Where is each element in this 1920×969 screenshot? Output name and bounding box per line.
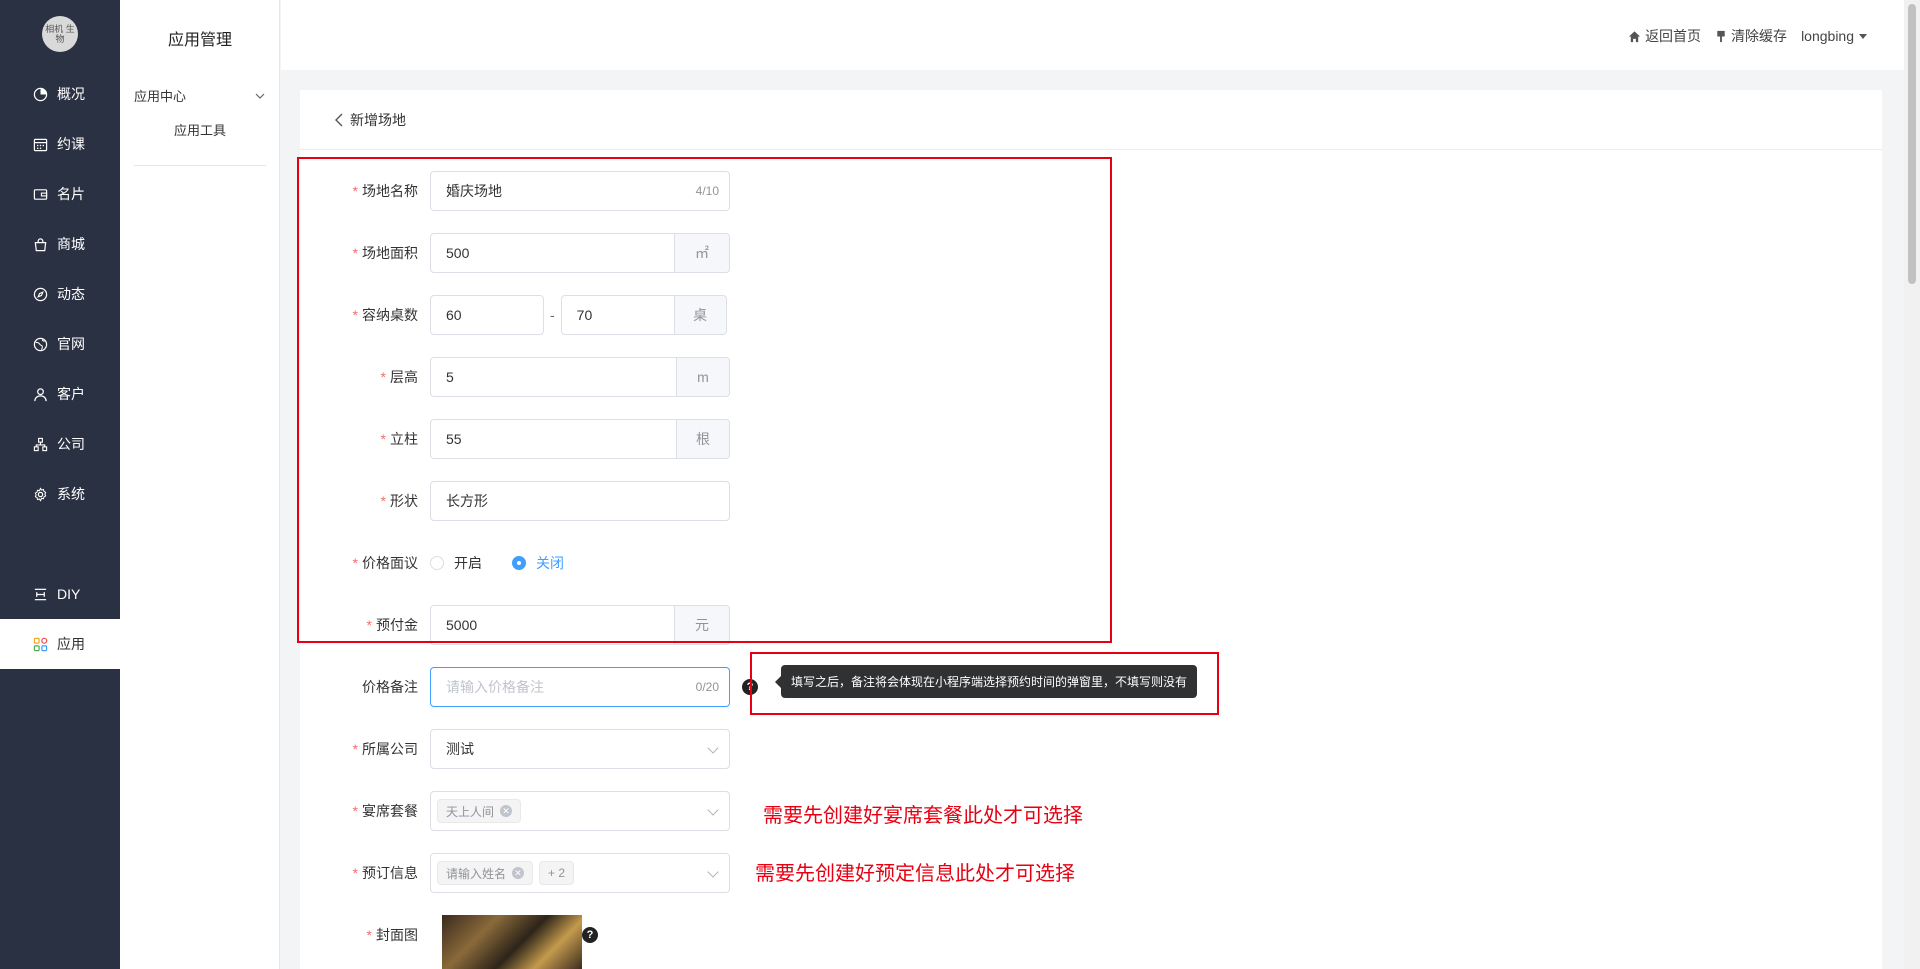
field-label: * 封面图	[366, 927, 418, 943]
top-bar: 返回首页 清除缓存 longbing	[281, 0, 1920, 70]
form-row-booking-info: * 预订信息 请输入姓名 ✕ + 2	[300, 853, 730, 893]
booking-info-select[interactable]: 请输入姓名 ✕ + 2	[430, 853, 730, 893]
gear-icon	[34, 486, 47, 502]
card-icon	[33, 188, 48, 200]
annotation-box-tooltip	[750, 652, 1219, 715]
tag-close-icon[interactable]: ✕	[512, 867, 525, 879]
nav-dynamic[interactable]: 动态	[0, 269, 120, 319]
logo: 相机 生物	[42, 16, 78, 52]
tag-close-icon[interactable]: ✕	[500, 805, 513, 817]
banquet-select[interactable]: 天上人间 ✕	[430, 791, 730, 831]
clear-cache-label: 清除缓存	[1731, 28, 1788, 44]
page-title: 新增场地	[350, 111, 406, 128]
submenu-group-label: 应用中心	[134, 89, 187, 104]
more-tags-badge: + 2	[539, 861, 575, 885]
nav-label: 官网	[57, 336, 85, 352]
sub-menu: 应用管理 应用中心 应用工具	[120, 0, 280, 969]
logo-text: 相机 生物	[45, 24, 75, 44]
select-value: 测试	[446, 741, 474, 757]
form-row-banquet: * 宴席套餐 天上人间 ✕	[300, 791, 730, 831]
nav-label: 应用	[57, 636, 85, 652]
nav-website[interactable]: 官网	[0, 319, 120, 369]
main-sidebar: 相机 生物 概况 约课 名片 商城 动态 官网 客户 公司 系统 DIY 应用	[0, 0, 120, 969]
nav-company[interactable]: 公司	[0, 419, 120, 469]
chevron-down-icon	[707, 866, 719, 878]
user-icon	[34, 387, 47, 401]
pie-chart-icon	[33, 87, 48, 101]
form-row-price-note: 价格备注 请输入价格备注 0/20 ?	[300, 667, 758, 707]
user-name: longbing	[1801, 28, 1854, 44]
clear-cache-link[interactable]: 清除缓存	[1715, 26, 1787, 46]
help-icon[interactable]: ?	[582, 927, 598, 943]
chevron-down-icon	[707, 804, 719, 816]
diy-icon	[34, 588, 47, 600]
calendar-icon	[33, 138, 48, 151]
user-dropdown[interactable]: longbing	[1801, 28, 1868, 44]
submenu-group-app-center[interactable]: 应用中心	[134, 86, 266, 105]
annotation-note-booking: 需要先创建好预定信息此处才可选择	[755, 863, 1075, 885]
scroll-thumb[interactable]	[1908, 4, 1916, 284]
brush-icon	[1717, 30, 1725, 42]
page-header: 新增场地	[300, 90, 1882, 150]
char-count: 0/20	[695, 680, 719, 694]
nav-customer[interactable]: 客户	[0, 369, 120, 419]
nav-label: 概况	[57, 86, 85, 102]
nav-overview[interactable]: 概况	[0, 69, 120, 119]
submenu-title: 应用管理	[167, 32, 232, 49]
page-scrollbar[interactable]	[1904, 0, 1920, 969]
nav-label: 客户	[57, 386, 85, 402]
caret-down-icon	[1859, 34, 1867, 39]
banquet-tag: 天上人间 ✕	[437, 799, 522, 823]
nav-app[interactable]: 应用	[0, 619, 120, 669]
back-arrow-icon[interactable]	[334, 113, 344, 127]
nav-diy[interactable]: DIY	[0, 569, 120, 619]
home-link[interactable]: 返回首页	[1628, 26, 1701, 46]
nav-label: 名片	[57, 186, 85, 202]
org-icon	[33, 437, 48, 451]
submenu-item-app-tools[interactable]: 应用工具	[120, 120, 280, 139]
nav-mall[interactable]: 商城	[0, 219, 120, 269]
field-label: * 宴席套餐	[352, 803, 418, 819]
booking-tag: 请输入姓名 ✕	[437, 861, 534, 885]
shopping-bag-icon	[34, 237, 47, 251]
field-label: * 所属公司	[352, 741, 418, 757]
cover-image[interactable]	[442, 915, 582, 969]
apps-icon	[33, 637, 48, 651]
nav-label: DIY	[57, 586, 81, 602]
nav-label: 公司	[57, 436, 85, 452]
chevron-down-icon	[707, 742, 719, 754]
company-select[interactable]: 测试	[430, 729, 730, 769]
chevron-down-icon	[255, 93, 265, 99]
globe-icon	[33, 337, 48, 351]
nav-label: 商城	[57, 236, 85, 252]
annotation-box-main	[297, 157, 1112, 643]
form-row-company: * 所属公司 测试	[300, 729, 730, 769]
nav-label: 系统	[57, 486, 85, 502]
home-link-label: 返回首页	[1645, 28, 1702, 44]
divider	[134, 165, 266, 166]
annotation-note-banquet: 需要先创建好宴席套餐此处才可选择	[763, 805, 1083, 827]
field-label: 价格备注	[362, 679, 418, 695]
home-icon	[1628, 30, 1641, 42]
price-note-input[interactable]: 请输入价格备注 0/20	[430, 667, 730, 707]
compass-icon	[33, 287, 48, 301]
field-label: * 预订信息	[352, 865, 418, 881]
nav-card[interactable]: 名片	[0, 169, 120, 219]
nav-system[interactable]: 系统	[0, 469, 120, 519]
nav-label: 动态	[57, 286, 85, 302]
nav-label: 约课	[57, 136, 85, 152]
input-placeholder: 请输入价格备注	[446, 679, 544, 695]
nav-course[interactable]: 约课	[0, 119, 120, 169]
